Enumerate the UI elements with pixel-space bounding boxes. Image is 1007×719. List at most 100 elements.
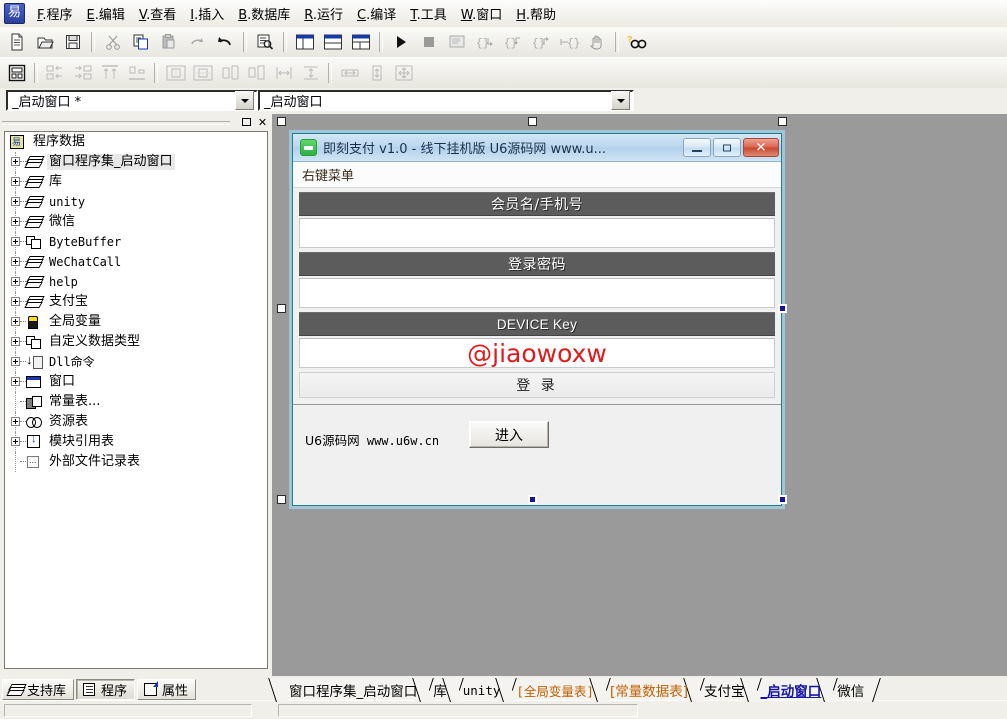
tree-item[interactable]: 外部文件记录表	[5, 452, 267, 472]
tree-expand-icon[interactable]	[11, 437, 20, 446]
close-window-icon[interactable]: ✕	[256, 116, 269, 129]
tree-item[interactable]: 全局变量	[5, 312, 267, 332]
center-vertical-icon[interactable]	[190, 60, 215, 85]
dialog-menubar[interactable]: 右键菜单	[293, 162, 781, 188]
tree-expand-icon[interactable]	[11, 377, 20, 386]
tree-expand-icon[interactable]	[11, 357, 20, 366]
debug-window-icon[interactable]	[444, 30, 470, 54]
layout-split-left-icon[interactable]	[292, 30, 318, 54]
tree-expand-icon[interactable]	[11, 177, 20, 186]
tree-item[interactable]: unity	[5, 192, 267, 212]
menu-item-1[interactable]: F.程序	[30, 1, 80, 26]
step-over-icon[interactable]: {}	[472, 30, 498, 54]
tree-expand-icon[interactable]	[11, 157, 20, 166]
tree-expand-icon[interactable]	[11, 417, 20, 426]
form-designer-icon[interactable]	[4, 60, 29, 85]
align-right-icon[interactable]	[70, 60, 95, 85]
form-design-surface[interactable]: 即刻支付 v1.0 - 线下挂机版 U6源码网 www.u... ✕ 右键菜单 …	[272, 114, 1007, 676]
tree-item[interactable]: WeChatCall	[5, 252, 267, 272]
object-selector-combo[interactable]: _启动窗口	[258, 90, 634, 111]
space-vertical-icon[interactable]	[298, 60, 323, 85]
tree-item[interactable]: 模块引用表	[5, 432, 267, 452]
new-file-icon[interactable]	[4, 30, 30, 54]
same-height-icon[interactable]	[244, 60, 269, 85]
tree-expand-icon[interactable]	[11, 297, 20, 306]
tree-expand-icon[interactable]	[11, 237, 20, 246]
menu-item-7[interactable]: C.编译	[350, 1, 403, 26]
panel-tab-program-tree[interactable]: 程序	[76, 679, 136, 700]
dialog-titlebar[interactable]: 即刻支付 v1.0 - 线下挂机版 U6源码网 www.u... ✕	[293, 134, 781, 162]
align-top-icon[interactable]	[97, 60, 122, 85]
tree-expand-icon[interactable]	[11, 317, 20, 326]
step-out-icon[interactable]: {}	[528, 30, 554, 54]
layout-grid-icon[interactable]	[348, 30, 374, 54]
size-height-icon[interactable]	[364, 60, 389, 85]
size-both-icon[interactable]	[391, 60, 416, 85]
field-input[interactable]: @jiaowoxw	[299, 338, 775, 368]
resize-handle-top-center[interactable]	[528, 117, 537, 126]
program-selector-combo[interactable]: _启动窗口 *	[6, 90, 258, 111]
step-into-icon[interactable]: {}	[500, 30, 526, 54]
tree-expand-icon[interactable]	[11, 217, 20, 226]
align-left-icon[interactable]	[43, 60, 68, 85]
chevron-down-icon[interactable]	[235, 91, 254, 110]
tree-item[interactable]: 微信	[5, 212, 267, 232]
menu-item-10[interactable]: H.帮助	[509, 1, 563, 26]
resize-handle-top-left[interactable]	[277, 117, 286, 126]
panel-tab-properties[interactable]: 属性	[137, 679, 197, 700]
tree-item[interactable]: ByteBuffer	[5, 232, 267, 252]
menu-item-3[interactable]: V.查看	[132, 1, 183, 26]
minimize-button[interactable]	[683, 138, 711, 157]
menu-item-2[interactable]: E.编辑	[80, 1, 132, 26]
resize-handle-middle-left[interactable]	[277, 304, 286, 313]
tree-expand-icon[interactable]	[11, 277, 20, 286]
tree-item[interactable]: 常量表...	[5, 392, 267, 412]
menu-item-9[interactable]: W.窗口	[454, 1, 510, 26]
login-button[interactable]: 登 录	[299, 372, 775, 398]
tree-expand-icon[interactable]	[11, 257, 20, 266]
payment-login-dialog[interactable]: 即刻支付 v1.0 - 线下挂机版 U6源码网 www.u... ✕ 右键菜单 …	[292, 133, 782, 506]
redo-icon[interactable]	[184, 30, 210, 54]
same-width-icon[interactable]	[217, 60, 242, 85]
stop-icon[interactable]	[416, 30, 442, 54]
tree-item[interactable]: 程序数据	[5, 132, 267, 152]
panel-tab-support-library[interactable]: 支持库	[2, 679, 75, 700]
file-tab[interactable]: _启动窗口	[747, 678, 831, 702]
undo-icon[interactable]	[212, 30, 238, 54]
tree-expand-icon[interactable]	[11, 197, 20, 206]
menu-item-8[interactable]: T.工具	[403, 1, 454, 26]
save-icon[interactable]	[60, 30, 86, 54]
open-folder-icon[interactable]	[32, 30, 58, 54]
resize-handle-bottom-left[interactable]	[277, 495, 286, 504]
help-search-icon[interactable]: ?	[624, 30, 650, 54]
menu-item-5[interactable]: B.数据库	[231, 1, 297, 26]
project-tree[interactable]: 程序数据窗口程序集_启动窗口库 unity 微信 ByteBuffer WeChatCa…	[4, 131, 268, 669]
file-tab[interactable]: [全局变量表]	[503, 678, 603, 702]
menu-item-6[interactable]: R.运行	[297, 1, 350, 26]
close-button[interactable]: ✕	[743, 138, 779, 157]
center-horizontal-icon[interactable]	[163, 60, 188, 85]
enter-button[interactable]: 进入	[469, 421, 549, 448]
restore-window-icon[interactable]	[240, 116, 253, 129]
chevron-down-icon[interactable]	[611, 91, 630, 110]
run-to-cursor-icon[interactable]: {}	[556, 30, 582, 54]
layout-split-top-icon[interactable]	[320, 30, 346, 54]
file-tab[interactable]: 窗口程序集_启动窗口	[276, 678, 427, 702]
find-icon[interactable]	[252, 30, 278, 54]
field-input[interactable]	[299, 278, 775, 308]
cut-icon[interactable]	[100, 30, 126, 54]
tree-item[interactable]: 自定义数据类型	[5, 332, 267, 352]
tree-item[interactable]: 窗口	[5, 372, 267, 392]
size-width-icon[interactable]	[337, 60, 362, 85]
tree-item[interactable]: Dll命令	[5, 352, 267, 372]
tree-item[interactable]: 资源表	[5, 412, 267, 432]
align-bottom-icon[interactable]	[124, 60, 149, 85]
run-icon[interactable]	[388, 30, 414, 54]
menu-item-4[interactable]: I.插入	[183, 1, 231, 26]
paste-icon[interactable]	[156, 30, 182, 54]
resize-handle-bottom-right[interactable]	[778, 495, 787, 504]
resize-handle-bottom-center[interactable]	[528, 495, 537, 504]
file-tab[interactable]: [常量数据表]	[596, 678, 697, 702]
tree-item[interactable]: help	[5, 272, 267, 292]
copy-icon[interactable]	[128, 30, 154, 54]
